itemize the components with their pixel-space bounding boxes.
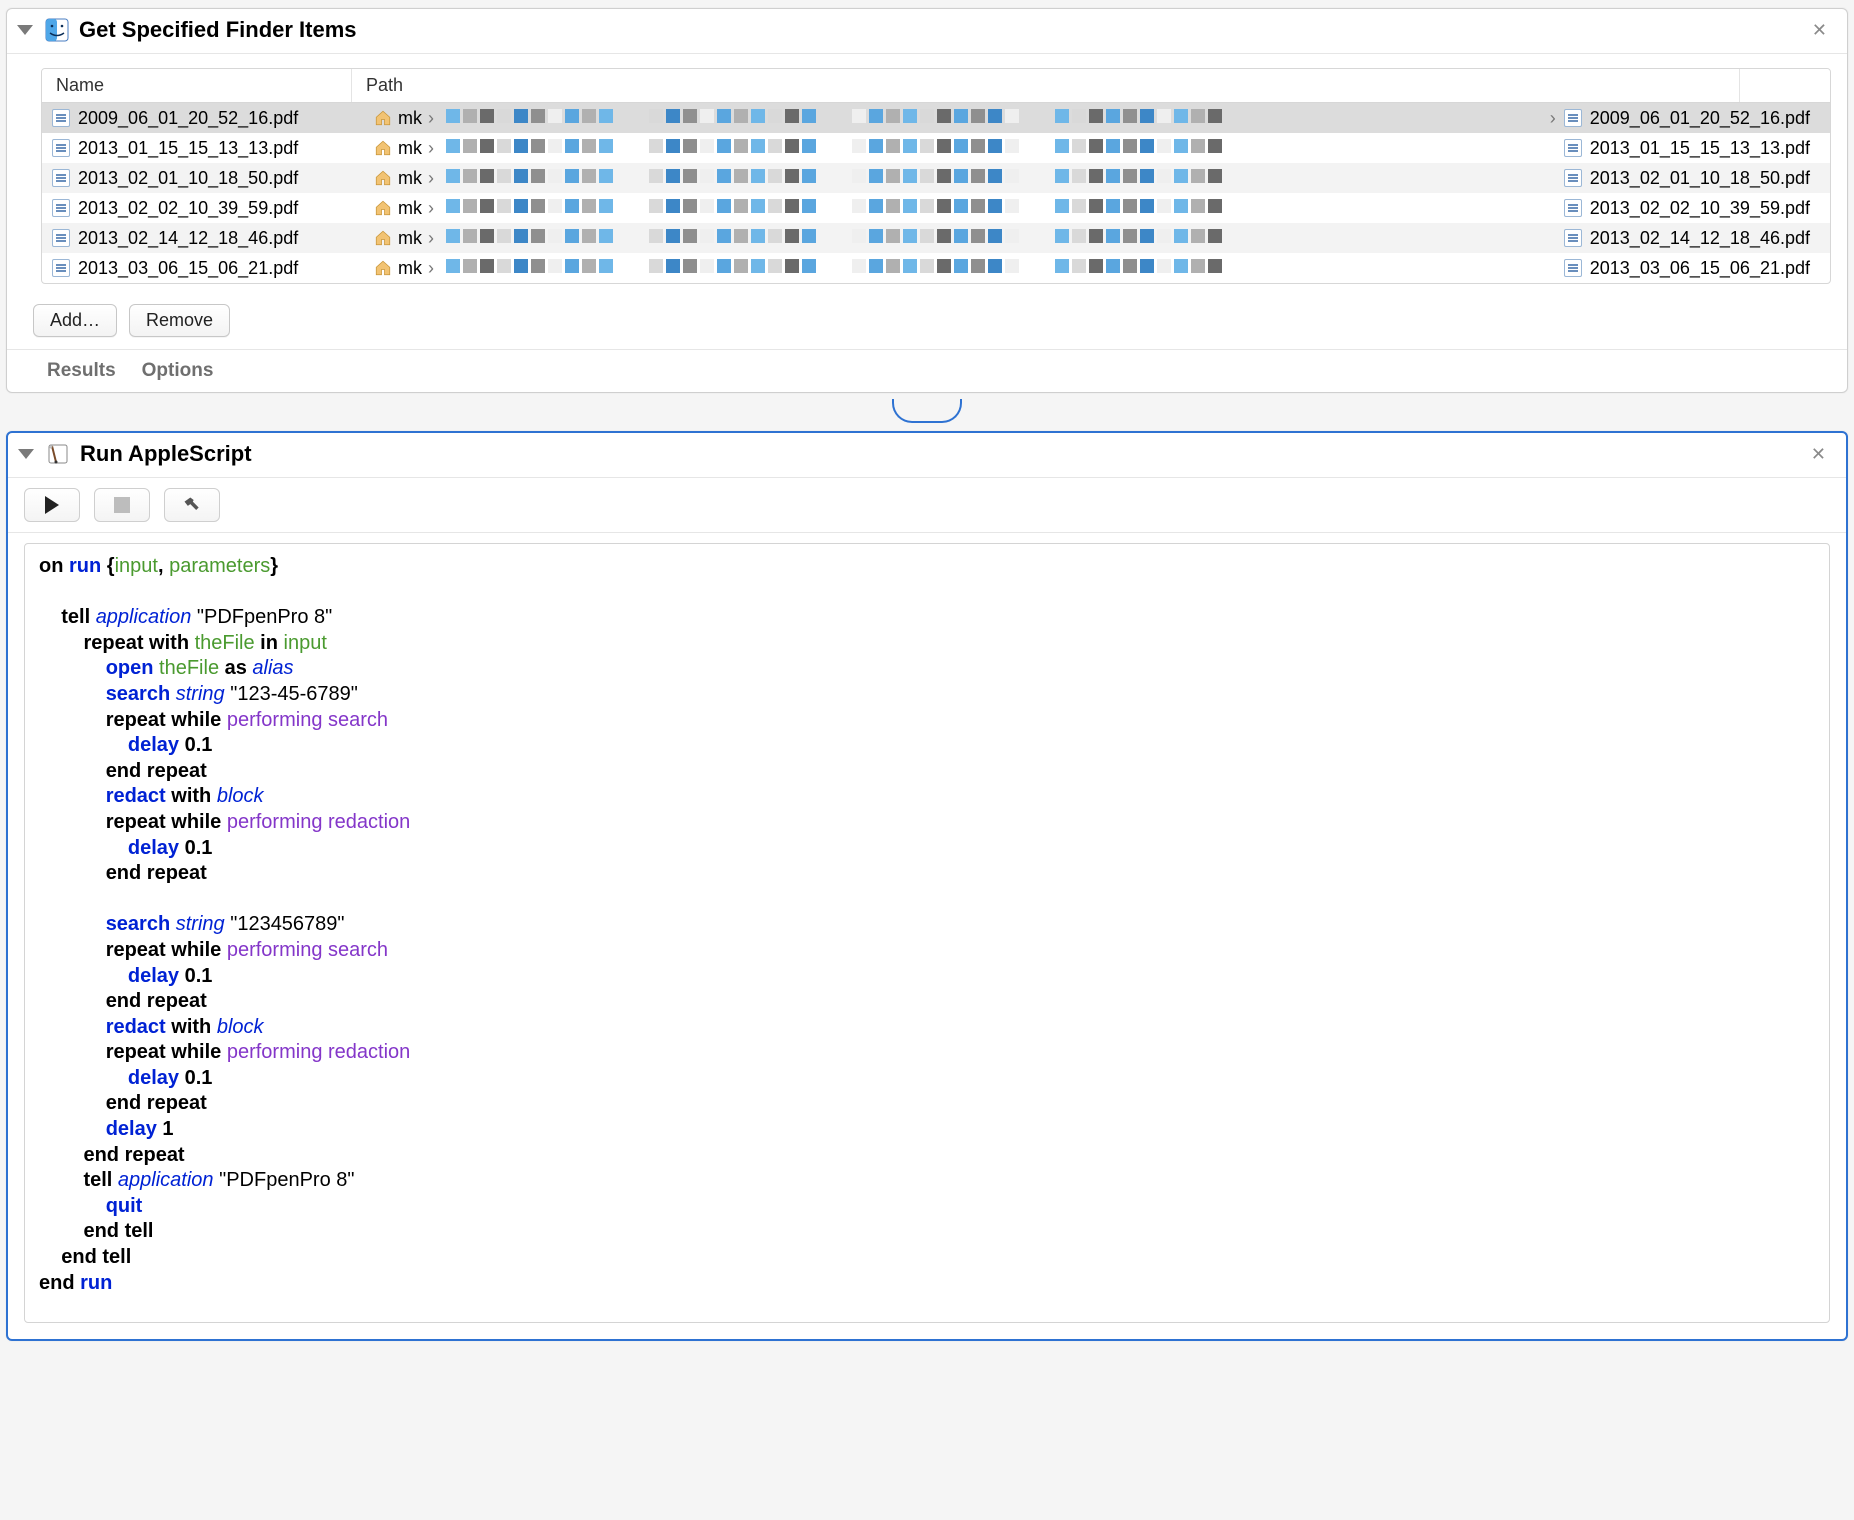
- file-name: 2013_02_01_10_18_50.pdf: [78, 168, 298, 189]
- file-name: 2013_02_14_12_18_46.pdf: [78, 228, 298, 249]
- path-file-name: 2009_06_01_20_52_16.pdf: [1590, 108, 1810, 129]
- path-root: mk: [398, 108, 422, 129]
- file-name: 2009_06_01_20_52_16.pdf: [78, 108, 298, 129]
- pdf-file-icon: [1564, 259, 1582, 277]
- table-row[interactable]: 2013_02_02_10_39_59.pdf mk › 2013_02_02_10_…: [42, 193, 1830, 223]
- finder-items-table: Name Path 2009_06_01_20_52_16.pdfmk››200…: [41, 68, 1831, 284]
- pdf-file-icon: [1564, 109, 1582, 127]
- home-icon: [374, 169, 392, 187]
- hammer-icon: [182, 495, 202, 515]
- pdf-file-icon: [52, 139, 70, 157]
- path-file-name: 2013_02_02_10_39_59.pdf: [1590, 198, 1810, 219]
- chevron-right-icon: ›: [1550, 108, 1556, 129]
- chevron-right-icon: ›: [428, 108, 434, 129]
- script-editor[interactable]: on run {input, parameters} tell applicat…: [24, 543, 1830, 1323]
- table-row[interactable]: 2013_02_01_10_18_50.pdf mk › 2013_02_01_10_…: [42, 163, 1830, 193]
- column-blank: [1740, 69, 1830, 102]
- table-row[interactable]: 2013_02_14_12_18_46.pdf mk › 2013_02_14_12_…: [42, 223, 1830, 253]
- file-name: 2013_02_02_10_39_59.pdf: [78, 198, 298, 219]
- table-row[interactable]: 2013_03_06_15_06_21.pdf mk › 2013_03_06_15_…: [42, 253, 1830, 283]
- action-run-applescript: Run AppleScript ✕ on run {input, paramet…: [6, 431, 1848, 1341]
- tab-options[interactable]: Options: [142, 360, 214, 382]
- chevron-right-icon: ›: [428, 168, 434, 189]
- pdf-file-icon: [1564, 199, 1582, 217]
- compile-button[interactable]: [164, 488, 220, 522]
- pdf-file-icon: [1564, 229, 1582, 247]
- path-root: mk: [398, 168, 422, 189]
- column-name[interactable]: Name: [42, 69, 352, 102]
- action-header: Run AppleScript ✕: [8, 433, 1846, 478]
- home-icon: [374, 109, 392, 127]
- path-root: mk: [398, 228, 422, 249]
- close-icon[interactable]: ✕: [1805, 442, 1832, 467]
- action-header: Get Specified Finder Items ✕: [7, 9, 1847, 54]
- script-toolbar: [8, 478, 1846, 533]
- applescript-icon: [46, 442, 70, 466]
- pdf-file-icon: [52, 169, 70, 187]
- home-icon: [374, 139, 392, 157]
- chevron-right-icon: ›: [428, 198, 434, 219]
- remove-button[interactable]: Remove: [129, 304, 230, 337]
- chevron-right-icon: ›: [428, 138, 434, 159]
- pdf-file-icon: [52, 199, 70, 217]
- home-icon: [374, 259, 392, 277]
- action-title: Get Specified Finder Items: [79, 17, 357, 43]
- action-title: Run AppleScript: [80, 441, 252, 467]
- table-header: Name Path: [42, 69, 1830, 103]
- table-body: 2009_06_01_20_52_16.pdfmk››2009_06_01_20…: [42, 103, 1830, 283]
- pdf-file-icon: [1564, 139, 1582, 157]
- path-file-name: 2013_03_06_15_06_21.pdf: [1590, 258, 1810, 279]
- play-icon: [45, 496, 59, 514]
- disclosure-triangle-icon[interactable]: [18, 449, 34, 459]
- add-button[interactable]: Add…: [33, 304, 117, 337]
- path-root: mk: [398, 138, 422, 159]
- stop-button[interactable]: [94, 488, 150, 522]
- path-root: mk: [398, 198, 422, 219]
- pdf-file-icon: [1564, 169, 1582, 187]
- pdf-file-icon: [52, 229, 70, 247]
- disclosure-triangle-icon[interactable]: [17, 25, 33, 35]
- table-button-row: Add… Remove: [7, 294, 1847, 349]
- table-row[interactable]: 2009_06_01_20_52_16.pdf mk › › 2009_06_01_20…: [42, 103, 1830, 133]
- pdf-file-icon: [52, 259, 70, 277]
- file-name: 2013_03_06_15_06_21.pdf: [78, 258, 298, 279]
- table-row[interactable]: 2013_01_15_15_13_13.pdf mk › 2013_01_15_15_…: [42, 133, 1830, 163]
- pdf-file-icon: [52, 109, 70, 127]
- run-button[interactable]: [24, 488, 80, 522]
- path-file-name: 2013_02_14_12_18_46.pdf: [1590, 228, 1810, 249]
- action-finder-items: Get Specified Finder Items ✕ Name Path 2…: [6, 8, 1848, 393]
- path-file-name: 2013_01_15_15_13_13.pdf: [1590, 138, 1810, 159]
- file-name: 2013_01_15_15_13_13.pdf: [78, 138, 298, 159]
- close-icon[interactable]: ✕: [1806, 18, 1833, 43]
- home-icon: [374, 229, 392, 247]
- path-root: mk: [398, 258, 422, 279]
- tab-results[interactable]: Results: [47, 360, 116, 382]
- action-tabs: Results Options: [7, 349, 1847, 392]
- finder-icon: [45, 18, 69, 42]
- path-file-name: 2013_02_01_10_18_50.pdf: [1590, 168, 1810, 189]
- action-connector: [0, 401, 1854, 423]
- chevron-right-icon: ›: [428, 228, 434, 249]
- column-path[interactable]: Path: [352, 69, 1740, 102]
- automator-workflow: Get Specified Finder Items ✕ Name Path 2…: [0, 0, 1854, 1349]
- stop-icon: [114, 497, 130, 513]
- chevron-right-icon: ›: [428, 258, 434, 279]
- home-icon: [374, 199, 392, 217]
